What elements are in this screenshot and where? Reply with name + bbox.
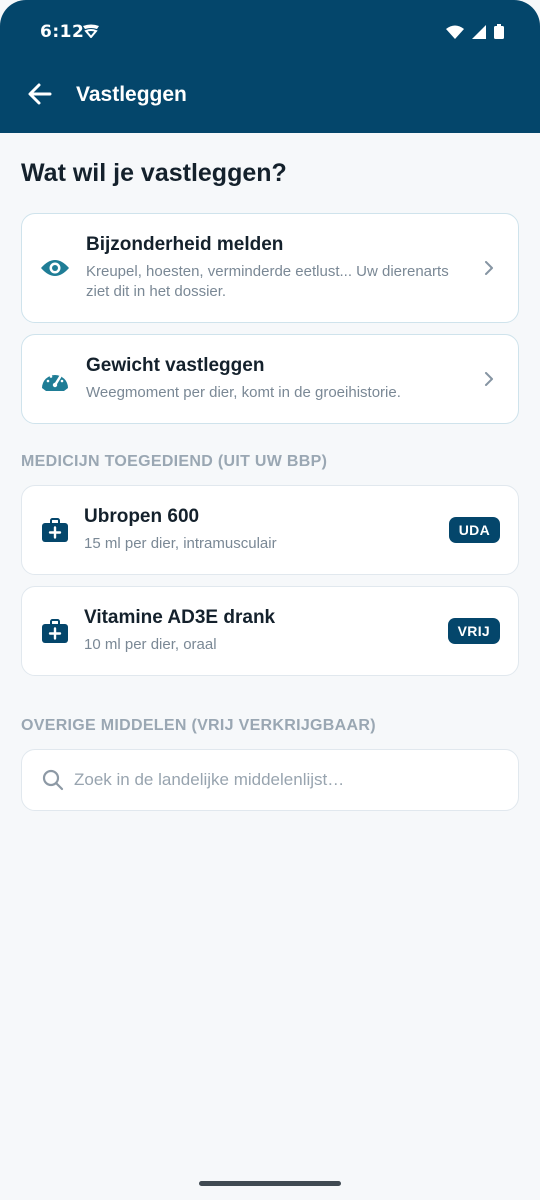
main-content: Wat wil je vastleggen? Bijzonderheid mel… bbox=[0, 159, 540, 811]
action-card-body: Gewicht vastleggen Weegmoment per dier, … bbox=[86, 355, 468, 403]
status-badge: VRIJ bbox=[447, 618, 500, 644]
battery-icon bbox=[494, 24, 504, 39]
action-subtitle: Weegmoment per dier, komt in de groeihis… bbox=[86, 384, 401, 401]
scale-gauge-icon bbox=[40, 364, 70, 394]
medicine-card-vitamine[interactable]: Vitamine AD3E drank 10 ml per dier, oraa… bbox=[21, 586, 519, 676]
chevron-right-icon bbox=[485, 372, 493, 386]
action-subtitle: Kreupel, hoesten, verminderde eetlust...… bbox=[86, 263, 449, 300]
medical-kit-icon bbox=[40, 616, 70, 646]
top-bar: 6:12 Vastleggen bbox=[0, 0, 540, 133]
app-bar: Vastleggen bbox=[0, 60, 540, 133]
medicine-title: Ubropen 600 bbox=[84, 506, 200, 527]
medicine-dosage: 15 ml per dier, intramusculair bbox=[84, 535, 277, 552]
action-card-gewicht[interactable]: Gewicht vastleggen Weegmoment per dier, … bbox=[21, 334, 519, 424]
medicine-title: Vitamine AD3E drank bbox=[84, 607, 276, 628]
medicine-card-body: Vitamine AD3E drank 10 ml per dier, oraa… bbox=[84, 607, 428, 655]
status-time: 6:12 bbox=[40, 22, 85, 42]
wifi-icon bbox=[446, 25, 464, 39]
search-box[interactable] bbox=[21, 749, 519, 811]
page-title: Wat wil je vastleggen? bbox=[21, 159, 287, 187]
section-label-medicines: MEDICIJN TOEGEDIEND (UIT UW BBP) bbox=[21, 453, 328, 470]
search-input[interactable] bbox=[74, 770, 502, 790]
action-title: Bijzonderheid melden bbox=[86, 234, 284, 255]
app-screen: 6:12 Vastleggen Wat wil je vastleggen? B… bbox=[0, 0, 540, 1200]
status-bar: 6:12 bbox=[0, 0, 540, 60]
action-card-body: Bijzonderheid melden Kreupel, hoesten, v… bbox=[86, 234, 468, 302]
action-card-bijzonderheid[interactable]: Bijzonderheid melden Kreupel, hoesten, v… bbox=[21, 213, 519, 323]
home-indicator[interactable] bbox=[199, 1181, 341, 1186]
status-badge: UDA bbox=[448, 517, 500, 543]
appbar-title: Vastleggen bbox=[76, 83, 187, 106]
search-icon bbox=[42, 769, 64, 791]
action-title: Gewicht vastleggen bbox=[86, 355, 265, 376]
signal-icon bbox=[472, 24, 486, 39]
section-label-other: OVERIGE MIDDELEN (VRIJ VERKRIJGBAAR) bbox=[21, 717, 376, 734]
notification-icon bbox=[83, 24, 99, 38]
eye-icon bbox=[40, 253, 70, 283]
medicine-card-ubropen[interactable]: Ubropen 600 15 ml per dier, intramuscula… bbox=[21, 485, 519, 575]
medicine-card-body: Ubropen 600 15 ml per dier, intramuscula… bbox=[84, 506, 428, 554]
back-arrow-icon[interactable] bbox=[26, 80, 54, 108]
status-icons bbox=[446, 24, 504, 39]
medical-kit-icon bbox=[40, 515, 70, 545]
chevron-right-icon bbox=[485, 261, 493, 275]
medicine-dosage: 10 ml per dier, oraal bbox=[84, 636, 217, 653]
